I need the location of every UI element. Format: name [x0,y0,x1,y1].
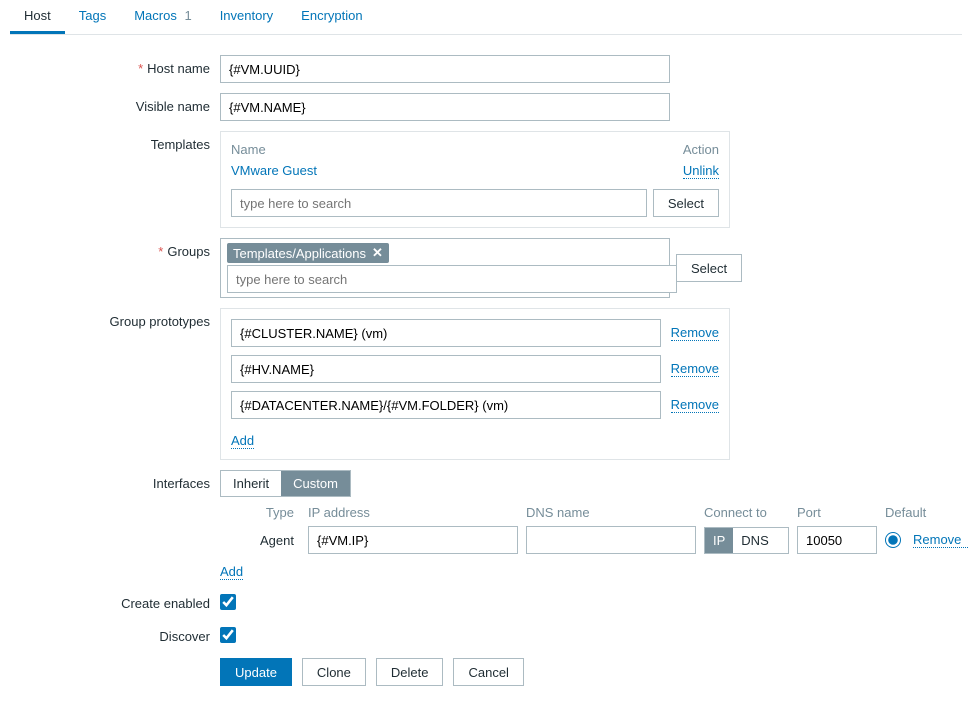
if-type: Agent [220,533,300,548]
label-visible-name: Visible name [10,93,220,114]
label-group-prototypes: Group prototypes [10,308,220,329]
label-templates: Templates [10,131,220,152]
templates-col-action: Action [683,142,719,157]
if-col-dns: DNS name [526,505,696,520]
connect-dns[interactable]: DNS [733,528,776,553]
template-link[interactable]: VMware Guest [231,163,317,179]
tab-inventory[interactable]: Inventory [206,0,287,34]
create-enabled-checkbox[interactable] [220,594,236,610]
if-col-port: Port [797,505,877,520]
group-prototype-remove[interactable]: Remove [671,325,719,341]
if-col-type: Type [220,505,300,520]
tab-tags[interactable]: Tags [65,0,120,34]
groups-select-button[interactable]: Select [676,254,742,282]
tab-encryption[interactable]: Encryption [287,0,376,34]
group-prototype-input[interactable] [231,391,661,419]
tab-macros-count: 1 [184,8,191,23]
group-prototype-remove[interactable]: Remove [671,397,719,413]
interface-add[interactable]: Add [220,564,243,580]
tab-macros-label: Macros [134,8,177,23]
group-prototype-input[interactable] [231,319,661,347]
clone-button[interactable]: Clone [302,658,366,686]
templates-box: Name Action VMware Guest Unlink Select [220,131,730,228]
tab-macros[interactable]: Macros 1 [120,0,205,34]
template-search-input[interactable] [231,189,647,217]
if-dns-input[interactable] [526,526,696,554]
label-create-enabled: Create enabled [10,590,220,611]
if-col-connect: Connect to [704,505,789,520]
group-prototype-remove[interactable]: Remove [671,361,719,377]
tabs: Host Tags Macros 1 Inventory Encryption [10,0,962,35]
if-remove[interactable]: Remove [913,532,968,548]
label-host-name: Host name [10,55,220,76]
interfaces-toggle: Inherit Custom [220,470,351,497]
group-chip: Templates/Applications ✕ [227,243,389,263]
visible-name-input[interactable] [220,93,670,121]
form: Host name Visible name Templates Name Ac… [10,35,962,706]
templates-col-name: Name [231,142,266,157]
interface-row: Agent IP DNS Remove [220,526,960,554]
if-col-default: Default [885,505,960,520]
group-chip-remove-icon[interactable]: ✕ [372,245,383,261]
action-buttons: Update Clone Delete Cancel [10,658,962,686]
template-select-button[interactable]: Select [653,189,719,217]
toggle-inherit[interactable]: Inherit [221,471,281,496]
group-prototype-add[interactable]: Add [231,433,254,449]
tab-host[interactable]: Host [10,0,65,34]
if-port-input[interactable] [797,526,877,554]
label-discover: Discover [10,623,220,644]
group-prototype-input[interactable] [231,355,661,383]
discover-checkbox[interactable] [220,627,236,643]
if-default-radio[interactable] [885,532,901,548]
groups-search-input[interactable] [227,265,677,293]
host-name-input[interactable] [220,55,670,83]
if-ip-input[interactable] [308,526,518,554]
toggle-custom[interactable]: Custom [281,471,350,496]
group-chip-label: Templates/Applications [233,246,366,261]
if-connect-toggle: IP DNS [704,527,789,554]
interfaces-header: Type IP address DNS name Connect to Port… [220,505,960,520]
group-prototypes-box: Remove Remove Remove Add [220,308,730,460]
delete-button[interactable]: Delete [376,658,444,686]
connect-ip[interactable]: IP [705,528,733,553]
label-interfaces: Interfaces [10,470,220,491]
template-unlink[interactable]: Unlink [683,163,719,179]
label-groups: Groups [10,238,220,259]
cancel-button[interactable]: Cancel [453,658,523,686]
update-button[interactable]: Update [220,658,292,686]
if-col-ip: IP address [308,505,518,520]
groups-multiselect[interactable]: Templates/Applications ✕ [220,238,670,298]
